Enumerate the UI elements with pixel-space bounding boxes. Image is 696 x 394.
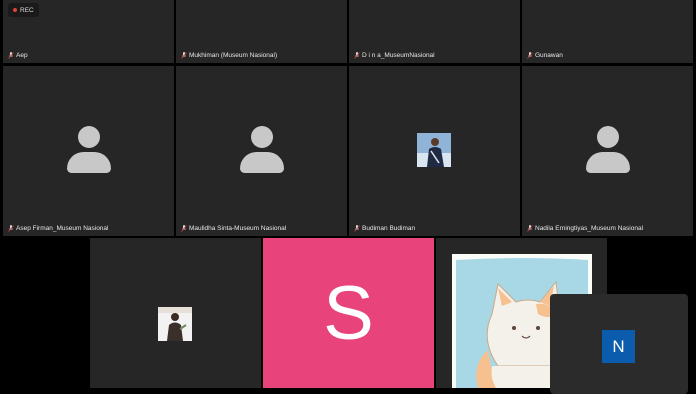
avatar-placeholder-icon — [597, 126, 619, 148]
video-tile-initial[interactable]: S — [263, 238, 434, 388]
profile-photo — [417, 133, 451, 167]
participant-name-label: Maulidha Sinta-Museum Nasional — [189, 225, 287, 232]
video-tile[interactable]: Maulidha Sinta-Museum Nasional — [176, 66, 347, 236]
profile-photo — [158, 307, 192, 341]
microphone-muted-icon — [527, 225, 533, 232]
video-tile[interactable]: Gunawan — [522, 0, 693, 63]
avatar-placeholder-body — [240, 152, 284, 173]
avatar-placeholder-body — [586, 152, 630, 173]
recording-label: REC — [20, 6, 34, 14]
participant-name-label: D i n a_MuseumNasional — [362, 52, 435, 59]
participant-name: Budiman Budiman — [354, 225, 415, 232]
microphone-muted-icon — [354, 225, 360, 232]
microphone-muted-icon — [8, 225, 14, 232]
self-view-tile[interactable]: N — [550, 294, 688, 394]
participant-name-label: Asep Firman_Museum Nasional — [16, 225, 109, 232]
video-tile[interactable]: Budiman Budiman — [349, 66, 520, 236]
participant-name: Maulidha Sinta-Museum Nasional — [181, 225, 286, 232]
video-tile[interactable]: D i n a_MuseumNasional — [349, 0, 520, 63]
participant-name-label: Gunawan — [535, 52, 563, 59]
participant-name-label: Nadila Erningtiyas_Museum Nasional — [535, 225, 644, 232]
microphone-muted-icon — [181, 225, 187, 232]
video-tile[interactable]: Mukhiman (Museum Nasional) — [176, 0, 347, 63]
participant-name-label: Aep — [16, 52, 28, 59]
video-tile[interactable]: Asep Firman_Museum Nasional — [3, 66, 174, 236]
initial-avatar: S — [323, 270, 374, 356]
participant-name: Aep — [8, 52, 28, 59]
record-dot-icon — [13, 8, 17, 12]
microphone-muted-icon — [181, 52, 187, 59]
microphone-muted-icon — [354, 52, 360, 59]
avatar-placeholder-body — [67, 152, 111, 173]
video-tile[interactable]: REC Aep — [3, 0, 174, 63]
avatar-placeholder-icon — [78, 126, 100, 148]
participant-name: Mukhiman (Museum Nasional) — [181, 52, 277, 59]
participant-name: D i n a_MuseumNasional — [354, 52, 435, 59]
recording-indicator[interactable]: REC — [8, 3, 39, 17]
initial-avatar: N — [602, 330, 635, 363]
video-tile[interactable]: Nadila Erningtiyas_Museum Nasional — [522, 66, 693, 236]
participant-name: Asep Firman_Museum Nasional — [8, 225, 108, 232]
microphone-muted-icon — [527, 52, 533, 59]
participant-name-label: Budiman Budiman — [362, 225, 416, 232]
participant-name: Nadila Erningtiyas_Museum Nasional — [527, 225, 643, 232]
participant-name: Gunawan — [527, 52, 563, 59]
microphone-muted-icon — [8, 52, 14, 59]
avatar-placeholder-icon — [251, 126, 273, 148]
video-tile[interactable] — [90, 238, 261, 388]
participant-name-label: Mukhiman (Museum Nasional) — [189, 52, 278, 59]
